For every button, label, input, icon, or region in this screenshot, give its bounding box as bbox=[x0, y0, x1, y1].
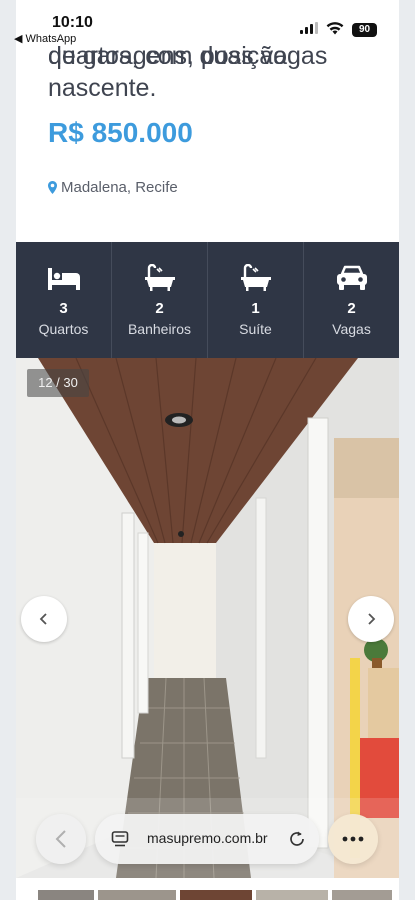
listing-location: Madalena, Recife bbox=[48, 179, 178, 196]
bathtub-icon bbox=[240, 264, 271, 291]
hallway-photo bbox=[16, 358, 399, 878]
thumbnail[interactable] bbox=[98, 890, 176, 900]
gallery-prev-button[interactable] bbox=[21, 596, 67, 642]
map-pin-icon bbox=[48, 181, 57, 194]
thumbnail[interactable] bbox=[256, 890, 328, 900]
feature-label: Vagas bbox=[332, 321, 371, 337]
back-to-app-link[interactable]: ◀ WhatsApp bbox=[14, 32, 76, 45]
bathtub-icon bbox=[144, 264, 175, 291]
thumbnail[interactable] bbox=[332, 890, 392, 900]
ellipsis-icon bbox=[342, 836, 364, 842]
feature-count: 2 bbox=[347, 300, 356, 317]
reload-icon[interactable] bbox=[288, 830, 306, 848]
feature-label: Quartos bbox=[38, 321, 89, 337]
feature-quartos: 3 Quartos bbox=[16, 242, 112, 358]
chevron-right-icon bbox=[368, 613, 376, 625]
chevron-left-icon bbox=[39, 613, 47, 625]
features-bar: 3 Quartos 2 Banheiros 1 Suíte 2 Vagas bbox=[16, 242, 399, 358]
listing-price: R$ 850.000 bbox=[48, 117, 193, 148]
chevron-left-icon bbox=[55, 830, 66, 848]
listing-title-line-3: nascente. bbox=[48, 74, 157, 102]
feature-count: 1 bbox=[251, 300, 260, 317]
browser-more-button[interactable] bbox=[328, 814, 378, 864]
feature-suite: 1 Suíte bbox=[208, 242, 304, 358]
gallery-counter: 12 / 30 bbox=[27, 369, 89, 397]
feature-label: Suíte bbox=[239, 321, 272, 337]
car-icon bbox=[336, 265, 367, 290]
thumbnail[interactable] bbox=[38, 890, 94, 900]
gallery-photo[interactable] bbox=[16, 358, 399, 878]
url-text[interactable]: masupremo.com.br bbox=[147, 830, 268, 846]
listing-title-line-2: de garagens, posição bbox=[48, 42, 288, 70]
feature-vagas: 2 Vagas bbox=[304, 242, 399, 358]
feature-banheiros: 2 Banheiros bbox=[112, 242, 208, 358]
bed-icon bbox=[47, 268, 80, 290]
gallery-next-button[interactable] bbox=[348, 596, 394, 642]
browser-back-button[interactable] bbox=[36, 814, 86, 864]
feature-count: 2 bbox=[155, 300, 164, 317]
thumbnail[interactable] bbox=[180, 890, 252, 900]
feature-label: Banheiros bbox=[127, 321, 192, 337]
location-text: Madalena, Recife bbox=[61, 179, 178, 196]
feature-count: 3 bbox=[59, 300, 68, 317]
address-bar[interactable]: masupremo.com.br bbox=[95, 814, 319, 864]
reader-mode-icon[interactable] bbox=[111, 830, 129, 848]
thumbnail-strip[interactable] bbox=[16, 878, 399, 900]
